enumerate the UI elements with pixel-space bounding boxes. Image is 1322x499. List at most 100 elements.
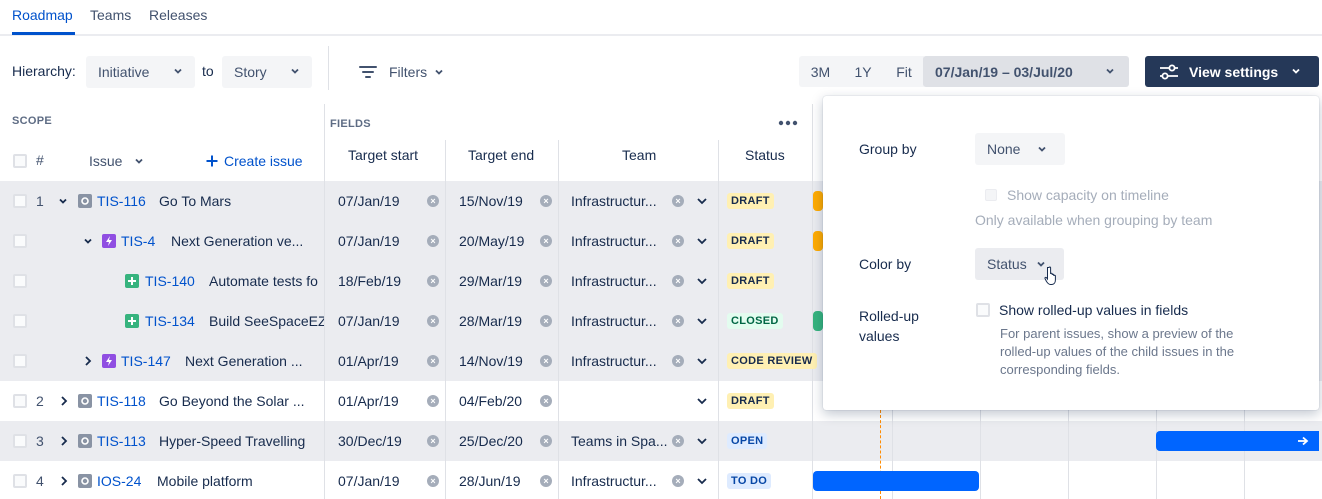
clear-icon[interactable]: × [540,195,552,207]
chevron-down-icon[interactable] [83,236,93,246]
timeline-bar[interactable] [813,311,823,331]
zoom-1y-button[interactable]: 1Y [842,56,884,87]
chevron-right-icon[interactable] [59,475,69,487]
target-start-value[interactable]: 30/Dec/19 [338,433,402,449]
issue-key-link[interactable]: TIS-134 [145,313,195,329]
issue-column-header[interactable]: Issue [89,153,144,169]
issue-key-link[interactable]: TIS-4 [121,233,155,249]
hierarchy-from-select[interactable]: Initiative [86,56,195,88]
zoom-fit-button[interactable]: Fit [884,56,924,87]
target-end-value[interactable]: 20/May/19 [459,233,524,249]
chevron-right-icon[interactable] [59,435,69,447]
clear-icon[interactable]: × [427,395,439,407]
clear-icon[interactable]: × [540,475,552,487]
chevron-down-icon[interactable] [696,316,708,326]
row-checkbox[interactable] [13,394,27,408]
clear-icon[interactable]: × [540,355,552,367]
rolled-up-checkbox[interactable] [976,303,990,317]
tab-releases[interactable]: Releases [149,7,207,23]
clear-icon[interactable]: × [672,435,684,447]
zoom-3m-button[interactable]: 3M [799,56,842,87]
team-value[interactable]: Teams in Spa... [571,433,668,449]
clear-icon[interactable]: × [540,315,552,327]
more-options-icon[interactable] [778,120,798,126]
row-checkbox[interactable] [13,474,27,488]
date-range-select[interactable]: 07/Jan/19 – 03/Jul/20 [923,56,1129,87]
chevron-right-icon[interactable] [59,395,69,407]
row-checkbox[interactable] [13,314,27,328]
team-value[interactable]: Infrastructur... [571,233,668,249]
target-end-value[interactable]: 25/Dec/20 [459,433,523,449]
row-checkbox[interactable] [13,434,27,448]
target-start-value[interactable]: 07/Jan/19 [338,193,400,209]
tab-roadmap[interactable]: Roadmap [12,7,73,23]
clear-icon[interactable]: × [540,395,552,407]
filters-button[interactable]: Filters [359,62,444,82]
chevron-down-icon [1038,146,1046,152]
timeline-bar[interactable] [813,231,823,251]
team-value[interactable]: Infrastructur... [571,473,668,489]
chevron-down-icon[interactable] [696,236,708,246]
clear-icon[interactable]: × [427,435,439,447]
clear-icon[interactable]: × [672,355,684,367]
tab-teams[interactable]: Teams [90,7,131,23]
row-checkbox[interactable] [13,234,27,248]
row-checkbox[interactable] [13,354,27,368]
clear-icon[interactable]: × [427,475,439,487]
show-capacity-checkbox[interactable] [985,189,997,201]
target-start-value[interactable]: 18/Feb/19 [338,273,401,289]
clear-icon[interactable]: × [427,315,439,327]
view-settings-button[interactable]: View settings [1145,56,1319,87]
chevron-down-icon[interactable] [696,196,708,206]
team-value[interactable]: Infrastructur... [571,193,668,209]
issue-key-link[interactable]: IOS-24 [97,473,141,489]
target-start-value[interactable]: 07/Jan/19 [338,233,400,249]
team-value[interactable]: Infrastructur... [571,273,668,289]
clear-icon[interactable]: × [672,475,684,487]
chevron-down-icon[interactable] [696,356,708,366]
create-issue-button[interactable]: Create issue [206,153,303,169]
row-checkbox[interactable] [13,194,27,208]
chevron-down-icon[interactable] [696,276,708,286]
target-end-value[interactable]: 04/Feb/20 [459,393,522,409]
target-end-value[interactable]: 29/Mar/19 [459,273,522,289]
chevron-down-icon[interactable] [696,396,708,406]
clear-icon[interactable]: × [672,235,684,247]
issue-key-link[interactable]: TIS-116 [97,193,146,209]
clear-icon[interactable]: × [427,355,439,367]
timeline-bar[interactable] [1156,431,1319,451]
team-value[interactable]: Infrastructur... [571,313,668,329]
target-start-value[interactable]: 01/Apr/19 [338,393,399,409]
clear-icon[interactable]: × [672,275,684,287]
target-end-value[interactable]: 28/Mar/19 [459,313,522,329]
row-checkbox[interactable] [13,274,27,288]
team-value[interactable]: Infrastructur... [571,353,668,369]
issue-key-link[interactable]: TIS-140 [145,273,195,289]
chevron-right-icon[interactable] [83,355,93,367]
clear-icon[interactable]: × [672,195,684,207]
target-end-value[interactable]: 14/Nov/19 [459,353,523,369]
target-start-value[interactable]: 07/Jan/19 [338,473,400,489]
clear-icon[interactable]: × [427,195,439,207]
select-all-checkbox[interactable] [13,154,27,168]
chevron-down-icon[interactable] [58,196,68,206]
hierarchy-to-select[interactable]: Story [222,56,312,88]
clear-icon[interactable]: × [427,275,439,287]
clear-icon[interactable]: × [427,235,439,247]
timeline-bar[interactable] [813,471,979,491]
clear-icon[interactable]: × [540,235,552,247]
chevron-down-icon[interactable] [696,436,708,446]
target-start-value[interactable]: 01/Apr/19 [338,353,399,369]
chevron-down-icon[interactable] [696,476,708,486]
clear-icon[interactable]: × [540,275,552,287]
issue-key-link[interactable]: TIS-147 [121,353,171,369]
timeline-bar[interactable] [813,191,823,211]
group-by-select[interactable]: None [975,133,1065,165]
clear-icon[interactable]: × [540,435,552,447]
target-end-value[interactable]: 28/Jun/19 [459,473,521,489]
clear-icon[interactable]: × [672,315,684,327]
issue-key-link[interactable]: TIS-118 [97,393,146,409]
target-end-value[interactable]: 15/Nov/19 [459,193,523,209]
issue-key-link[interactable]: TIS-113 [97,433,146,449]
target-start-value[interactable]: 07/Jan/19 [338,313,400,329]
